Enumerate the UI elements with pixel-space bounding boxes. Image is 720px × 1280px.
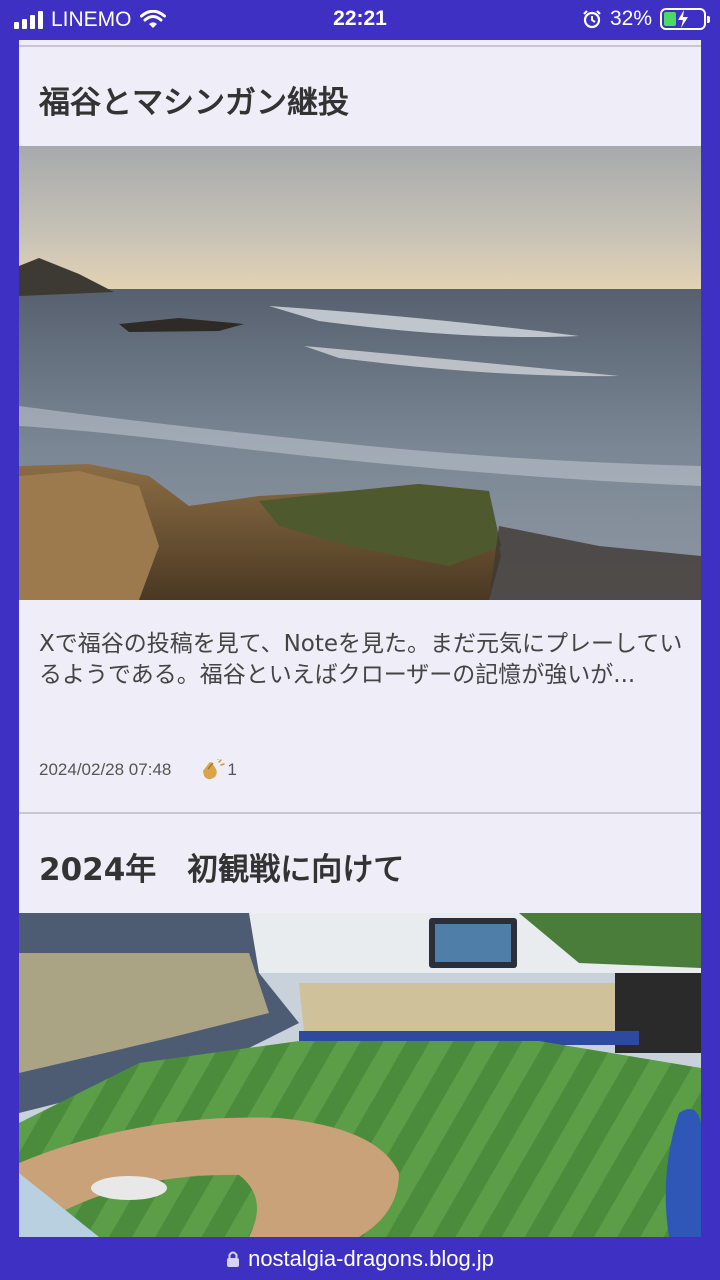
post-thumbnail[interactable] <box>19 146 701 600</box>
battery-percent: 32% <box>609 7 652 30</box>
clap-button[interactable]: 1 <box>199 759 237 781</box>
post-thumbnail[interactable] <box>19 913 701 1237</box>
clap-count: 1 <box>227 760 237 779</box>
status-bar: LINEMO 22:21 32% <box>0 0 720 40</box>
coastal-sunset-image <box>19 146 701 600</box>
battery-fill <box>664 12 676 26</box>
charging-bolt-icon <box>678 10 688 28</box>
post-title[interactable]: 福谷とマシンガン継投 <box>19 77 349 122</box>
post-meta: 2024/02/28 07:48 1 <box>39 759 237 781</box>
clap-icon <box>203 759 226 780</box>
post-excerpt: Xで福谷の投稿を見て、Noteを見た。まだ元気にプレーしているようである。福谷と… <box>39 631 683 688</box>
browser-url-bar[interactable]: nostalgia-dragons.blog.jp <box>0 1237 720 1280</box>
post-title[interactable]: 2024年 初観戦に向けて <box>19 844 404 889</box>
content-viewport[interactable]: 福谷とマシンガン継投 Xで福谷の投稿を見て、Noteを見た。まだ元気にプレーして… <box>19 40 701 1237</box>
url-domain: nostalgia-dragons.blog.jp <box>248 1245 494 1271</box>
lock-icon <box>227 1251 240 1267</box>
post-card[interactable]: 2024年 初観戦に向けて <box>19 814 701 1237</box>
alarm-icon <box>583 10 601 29</box>
battery-icon <box>660 8 710 30</box>
post-card[interactable]: 福谷とマシンガン継投 Xで福谷の投稿を見て、Noteを見た。まだ元気にプレーして… <box>19 47 701 814</box>
baseball-stadium-image <box>19 913 701 1237</box>
post-date: 2024/02/28 07:48 <box>39 760 172 779</box>
